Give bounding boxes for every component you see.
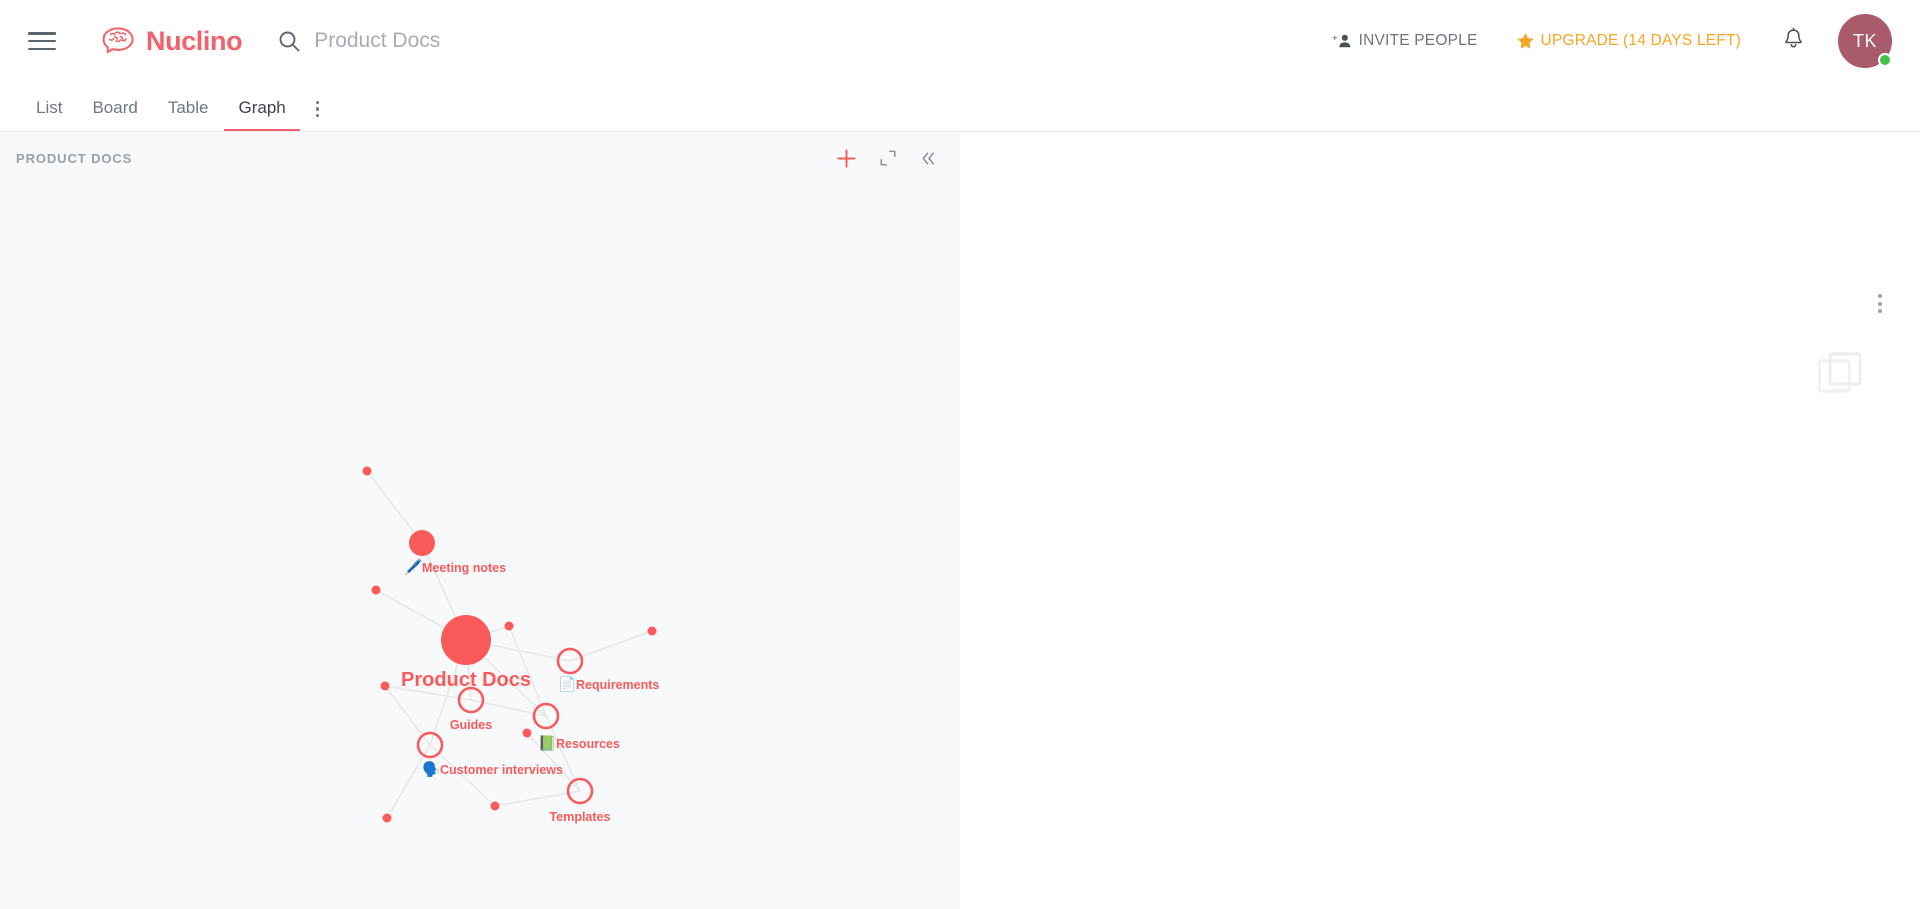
view-tabbar: List Board Table Graph (0, 82, 1920, 132)
graph-satellite-node[interactable] (490, 801, 500, 811)
bell-icon (1783, 27, 1804, 55)
node-emoji: 🗣️ (422, 760, 440, 778)
graph-satellite-node[interactable] (371, 585, 381, 595)
top-header: Nuclino Product Docs + INVITE PEOPLE UPG… (0, 0, 1920, 82)
graph-node-templates[interactable]: Templates (550, 777, 611, 824)
graph-panel-title: PRODUCT DOCS (16, 150, 133, 166)
upgrade-label: UPGRADE (14 DAYS LEFT) (1540, 32, 1741, 49)
brand-name: Nuclino (146, 25, 243, 56)
graph-panel: PRODUCT DOCS Product Docs 🖊️ Meeting not… (0, 132, 960, 909)
star-icon (1516, 32, 1535, 50)
search-icon (278, 30, 300, 52)
more-vertical-icon[interactable] (302, 100, 334, 132)
app-root: Nuclino Product Docs + INVITE PEOPLE UPG… (0, 0, 1920, 909)
graph-satellite-node[interactable] (522, 728, 532, 738)
graph-panel-actions (836, 148, 938, 169)
tab-graph[interactable]: Graph (224, 98, 300, 131)
avatar-initials: TK (1852, 30, 1877, 51)
node-label[interactable]: Templates (550, 810, 611, 824)
stacked-squares-icon (1817, 352, 1862, 394)
graph-node-meeting-notes[interactable]: 🖊️ Meeting notes (404, 530, 506, 576)
graph-satellite-node[interactable] (504, 621, 514, 631)
node-circle[interactable] (409, 530, 435, 556)
expand-icon[interactable] (879, 149, 897, 167)
search-value: Product Docs (314, 29, 441, 52)
notifications-button[interactable] (1783, 27, 1804, 55)
header-actions: + INVITE PEOPLE UPGRADE (14 DAYS LEFT) T… (1332, 14, 1892, 68)
graph-panel-header: PRODUCT DOCS (0, 132, 960, 184)
node-label[interactable]: Meeting notes (422, 561, 506, 575)
graph-node-resources[interactable]: 📗 Resources (532, 702, 620, 752)
svg-text:+: + (1332, 33, 1337, 43)
graph-nodes: Product Docs🖊️ Meeting notes📄 Requiremen… (401, 530, 659, 824)
invite-people-button[interactable]: + INVITE PEOPLE (1332, 32, 1478, 50)
graph-edge (366, 470, 423, 544)
graph-node-requirements[interactable]: 📄 Requirements (556, 647, 659, 693)
node-emoji: 📗 (538, 735, 556, 752)
upgrade-button[interactable]: UPGRADE (14 DAYS LEFT) (1516, 32, 1742, 50)
node-label[interactable]: Customer interviews (440, 763, 563, 777)
node-emoji: 📄 (558, 675, 576, 693)
node-label[interactable]: Requirements (576, 678, 659, 692)
graph-satellite-node[interactable] (647, 626, 657, 636)
search-input[interactable]: Product Docs (278, 29, 1331, 53)
main-body: PRODUCT DOCS Product Docs 🖊️ Meeting not… (0, 132, 1920, 909)
graph-satellite-node[interactable] (382, 813, 392, 823)
hamburger-menu-icon[interactable] (28, 30, 56, 52)
add-person-icon: + (1332, 32, 1354, 50)
brand-logo[interactable]: Nuclino (100, 25, 243, 57)
node-label[interactable]: Guides (450, 718, 492, 732)
nuclino-brain-logo-icon (100, 26, 138, 56)
node-emoji: 🖊️ (404, 558, 422, 576)
graph-satellite-node[interactable] (362, 466, 372, 476)
avatar[interactable]: TK (1838, 14, 1892, 68)
document-menu-button[interactable] (1872, 288, 1888, 319)
online-status-dot (1878, 53, 1892, 67)
tab-list[interactable]: List (22, 98, 76, 131)
node-circle[interactable] (441, 615, 491, 665)
graph-satellite-node[interactable] (380, 681, 390, 691)
add-item-button[interactable] (836, 148, 857, 169)
tab-table[interactable]: Table (154, 98, 223, 131)
graph-canvas[interactable]: Product Docs 🖊️ Meeting notes 📄 Requiremen… (0, 184, 960, 909)
invite-people-label: INVITE PEOPLE (1358, 32, 1478, 49)
collapse-panel-button[interactable] (919, 150, 938, 167)
node-label[interactable]: Resources (556, 737, 620, 751)
graph-visualization[interactable]: Product Docs🖊️ Meeting notes📄 Requiremen… (0, 184, 960, 909)
document-panel: Add to collection 🖊️ Meeting notes Weekl… (960, 132, 1920, 909)
tab-board[interactable]: Board (78, 98, 151, 131)
